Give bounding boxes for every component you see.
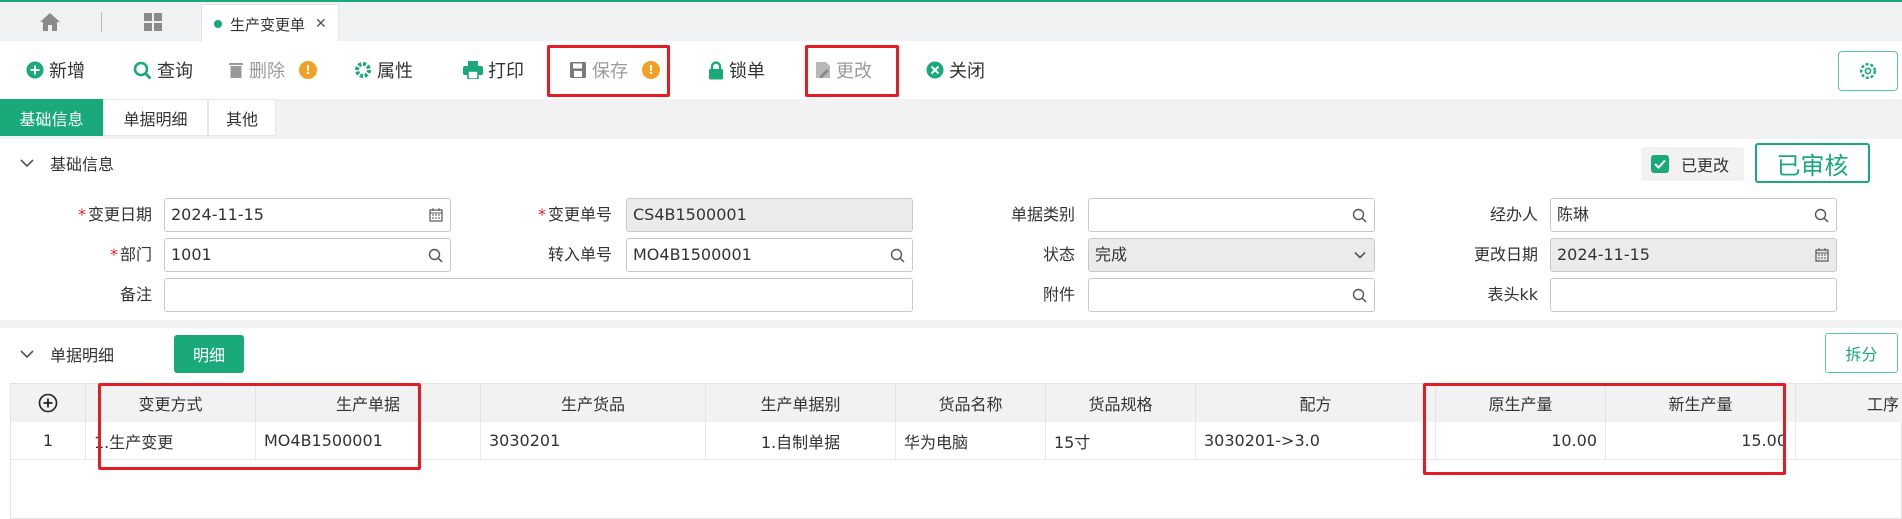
section-divider xyxy=(0,320,1902,328)
table-cell[interactable]: 3030201->3.0 xyxy=(1196,422,1436,460)
change-date-label: * 变更日期 xyxy=(77,205,152,224)
search-icon[interactable] xyxy=(1352,288,1367,303)
tab-doc-detail[interactable]: 单据明细 xyxy=(103,99,208,136)
warning-icon: ! xyxy=(299,61,317,79)
close-circle-icon xyxy=(926,61,944,79)
search-icon[interactable] xyxy=(890,248,905,263)
highlight-save xyxy=(547,45,670,97)
printer-icon xyxy=(463,61,483,79)
lock-icon xyxy=(709,60,723,79)
table-cell[interactable]: 3030201 xyxy=(481,422,706,460)
handler-field[interactable]: 陈琳 xyxy=(1550,198,1837,232)
doc-detail-title: 单据明细 xyxy=(50,346,115,365)
toolbar: 新增 查询 删除 ! 属性 打印 保存 ! 锁单 更改 关闭 xyxy=(0,41,1902,99)
table-cell[interactable]: 15寸 xyxy=(1046,422,1196,460)
add-row-header[interactable] xyxy=(11,384,86,422)
chevron-down-icon xyxy=(20,158,34,167)
plus-circle-icon xyxy=(26,61,44,79)
settings-icon xyxy=(1859,62,1877,80)
detail-button[interactable]: 明细 xyxy=(174,335,244,373)
dept-field[interactable]: 1001 xyxy=(164,238,451,272)
audited-stamp: 已审核 xyxy=(1755,143,1870,183)
status-select[interactable]: 完成 xyxy=(1088,238,1375,272)
chevron-down-icon[interactable] xyxy=(1353,248,1367,262)
settings-button[interactable] xyxy=(1838,51,1898,91)
home-icon[interactable] xyxy=(39,12,61,32)
delete-button[interactable]: 删除 ! xyxy=(228,53,317,87)
search-icon xyxy=(133,61,152,79)
tab-production-change[interactable]: 生产变更单 ✕ xyxy=(201,4,339,43)
highlight-change-mode-doc xyxy=(98,383,421,470)
tab-label: 生产变更单 xyxy=(230,15,306,34)
table-cell[interactable]: 华为电脑 xyxy=(896,422,1046,460)
checkmark-icon xyxy=(1651,155,1669,173)
column-header[interactable]: 生产货品 xyxy=(481,384,706,422)
basic-info-title: 基础信息 xyxy=(50,155,115,174)
lock-button[interactable]: 锁单 xyxy=(708,53,765,87)
attachment-label: 附件 xyxy=(1042,285,1075,304)
properties-button[interactable]: 属性 xyxy=(354,53,413,87)
tab-divider xyxy=(101,12,102,32)
modify-date-field[interactable]: 2024-11-15 xyxy=(1550,238,1837,272)
dept-label: * 部门 xyxy=(109,245,152,264)
handler-label: 经办人 xyxy=(1489,205,1538,224)
change-date-field[interactable]: 2024-11-15 xyxy=(164,198,451,232)
apps-grid-icon[interactable] xyxy=(143,12,163,32)
new-label: 新增 xyxy=(49,61,85,82)
search-icon[interactable] xyxy=(428,248,443,263)
search-icon[interactable] xyxy=(1814,208,1829,223)
print-label: 打印 xyxy=(488,61,524,82)
row-number: 1 xyxy=(11,422,86,460)
column-header[interactable]: 生产单据别 xyxy=(706,384,896,422)
calendar-icon[interactable] xyxy=(429,208,443,222)
split-button[interactable]: 拆分 xyxy=(1825,333,1898,373)
tab-basic-info[interactable]: 基础信息 xyxy=(0,99,103,136)
column-header[interactable]: 货品名称 xyxy=(896,384,1046,422)
print-button[interactable]: 打印 xyxy=(463,53,524,87)
search-icon[interactable] xyxy=(1352,208,1367,223)
changed-label: 已更改 xyxy=(1681,156,1730,175)
remark-label: 备注 xyxy=(119,285,152,304)
table-cell[interactable]: 1.自制单据 xyxy=(706,422,896,460)
modify-date-label: 更改日期 xyxy=(1473,245,1538,264)
properties-label: 属性 xyxy=(377,61,413,82)
new-button[interactable]: 新增 xyxy=(26,53,85,87)
changed-checkbox[interactable]: 已更改 xyxy=(1641,147,1744,181)
header-kk-label: 表头kk xyxy=(1487,285,1538,304)
highlight-modify xyxy=(805,45,899,97)
remark-field[interactable] xyxy=(164,278,913,312)
header-kk-field[interactable] xyxy=(1550,278,1837,312)
import-no-field[interactable]: MO4B1500001 xyxy=(626,238,913,272)
trash-icon xyxy=(229,63,243,78)
column-header[interactable]: 货品规格 xyxy=(1046,384,1196,422)
query-label: 查询 xyxy=(157,61,193,82)
delete-label: 删除 xyxy=(249,61,285,82)
query-button[interactable]: 查询 xyxy=(133,53,193,87)
doc-type-field[interactable] xyxy=(1088,198,1375,232)
chevron-down-icon xyxy=(20,349,34,358)
calendar-icon[interactable] xyxy=(1815,248,1829,262)
column-header[interactable]: 工序 xyxy=(1796,384,1902,422)
status-label: 状态 xyxy=(1042,245,1075,264)
change-no-label: * 变更单号 xyxy=(537,205,612,224)
section-tabs: 基础信息 单据明细 其他 xyxy=(0,99,1902,139)
cog-icon xyxy=(355,62,371,78)
close-label: 关闭 xyxy=(949,61,985,82)
lock-label: 锁单 xyxy=(729,61,765,82)
table-cell[interactable] xyxy=(1796,422,1902,460)
attachment-field[interactable] xyxy=(1088,278,1375,312)
close-button[interactable]: 关闭 xyxy=(926,53,985,87)
add-row-icon[interactable] xyxy=(38,393,58,413)
basic-info-header[interactable]: 基础信息 xyxy=(0,140,1902,186)
doc-detail-header[interactable]: 单据明细 xyxy=(0,331,1902,377)
close-tab-icon[interactable]: ✕ xyxy=(315,16,327,32)
import-no-label: 转入单号 xyxy=(547,245,612,264)
change-no-field[interactable]: CS4B1500001 xyxy=(626,198,913,232)
doc-type-label: 单据类别 xyxy=(1010,205,1075,224)
highlight-quantities xyxy=(1423,383,1786,475)
active-dot-icon xyxy=(214,20,222,28)
column-header[interactable]: 配方 xyxy=(1196,384,1436,422)
tab-other[interactable]: 其他 xyxy=(208,99,276,136)
top-tab-bar: 生产变更单 ✕ xyxy=(0,0,1902,43)
